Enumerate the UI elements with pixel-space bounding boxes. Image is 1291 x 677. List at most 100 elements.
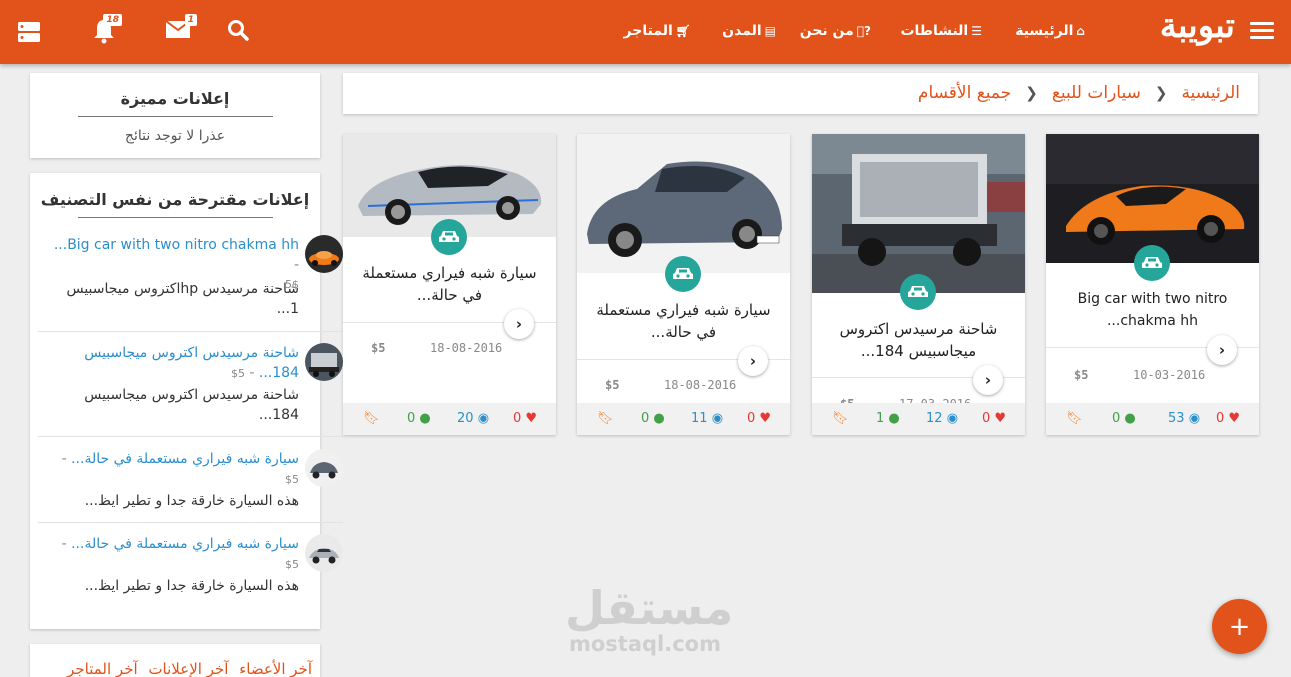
bookmark-icon[interactable]: 🔖︎ — [597, 411, 614, 426]
likes-stat[interactable]: 0 ♥ — [1216, 411, 1240, 426]
suggested-price: 5$ — [230, 367, 245, 380]
nav-activities[interactable]: ☰النشاطات — [900, 23, 982, 39]
bookmark-icon[interactable]: 🔖︎ — [832, 411, 849, 426]
ad-card[interactable]: شاحنة مرسيدس اكتروس ميجاسبيس 184... › 17… — [812, 134, 1025, 435]
ad-card[interactable]: سيارة شبه فيراري مستعملة في حالة... › 18… — [577, 134, 790, 435]
nav-home[interactable]: ⌂الرئيسية — [1015, 23, 1085, 39]
heart-icon: ♥ — [759, 411, 772, 426]
suggested-item[interactable]: سيارة شبه فيراري مستعملة في حالة... - 5$… — [38, 534, 343, 610]
nav-stores[interactable]: 🛒︎المتاجر — [624, 23, 691, 39]
heart-icon: ♥ — [994, 411, 1007, 426]
cart-icon: 🛒︎ — [675, 24, 691, 38]
eye-icon: ◉ — [1188, 411, 1201, 426]
car-category-icon — [1134, 245, 1170, 281]
ad-stats: 0 ♥ 11 ◉ 0 ● 🔖︎ — [577, 403, 790, 435]
views-stat: 11 ◉ — [691, 411, 724, 426]
home-icon: ⌂ — [1076, 24, 1085, 38]
comments-stat[interactable]: 0 ● — [641, 411, 665, 426]
suggested-price: 5$ — [285, 473, 299, 486]
ad-date: 10-03-2016 — [1133, 368, 1206, 382]
suggested-desc: شاحنة مرسيدس hpاكتروس ميجاسبيس 1... — [66, 281, 299, 317]
map-icon: ▤ — [764, 24, 776, 38]
nav-cities[interactable]: ▤المدن — [722, 23, 776, 39]
eye-icon: ◉ — [477, 411, 490, 426]
watermark: مستقل mostaql.com — [565, 583, 733, 655]
suggested-title[interactable]: سيارة شبه فيراري مستعملة في حالة... — [71, 536, 299, 552]
car-category-icon — [665, 256, 701, 292]
ad-image[interactable] — [812, 134, 1025, 293]
tab-latest-ads[interactable]: آخر الإعلانات — [148, 660, 228, 677]
ad-stats: 0 ♥ 53 ◉ 0 ● 🔖︎ — [1046, 403, 1259, 435]
divider — [77, 116, 273, 117]
likes-stat[interactable]: 0 ♥ — [747, 411, 771, 426]
divider — [38, 331, 343, 332]
bookmark-icon[interactable]: 🔖︎ — [363, 411, 380, 426]
ad-title[interactable]: سيارة شبه فيراري مستعملة في حالة... — [587, 299, 780, 343]
site-logo[interactable]: تبويبة — [1160, 6, 1236, 46]
ad-title[interactable]: شاحنة مرسيدس اكتروس ميجاسبيس 184... — [822, 318, 1015, 362]
suggested-thumb — [305, 449, 343, 487]
car-category-icon — [431, 219, 467, 255]
search-icon[interactable] — [226, 18, 250, 46]
suggested-item[interactable]: سيارة شبه فيراري مستعملة في حالة... - 5$… — [38, 449, 343, 525]
views-stat: 53 ◉ — [1168, 411, 1201, 426]
messages-icon[interactable]: 1 — [165, 14, 197, 44]
comments-stat[interactable]: 0 ● — [407, 411, 431, 426]
suggested-price: 5$ — [285, 558, 299, 571]
nav-about[interactable]: ?⃝من نحن — [800, 23, 871, 39]
suggested-desc: هذه السيارة خارقة جدا و تطير ايظ... — [84, 578, 299, 594]
chevron-right-icon[interactable]: › — [973, 365, 1003, 395]
suggested-item[interactable]: Big car with two nitro chakma hh... - 5$… — [38, 235, 343, 325]
chevron-right-icon[interactable]: › — [738, 346, 768, 376]
ad-stats: 0 ♥ 20 ◉ 0 ● 🔖︎ — [343, 403, 556, 435]
likes-stat[interactable]: 0 ♥ — [513, 411, 537, 426]
ad-card[interactable]: سيارة شبه فيراري مستعملة في حالة... › 18… — [343, 134, 556, 435]
comments-stat[interactable]: 0 ● — [1112, 411, 1136, 426]
messages-badge: 1 — [184, 14, 197, 26]
ad-image[interactable] — [1046, 134, 1259, 263]
question-circle-icon: ?⃝ — [856, 24, 871, 38]
add-ad-button[interactable]: + — [1212, 599, 1267, 654]
tab-latest-stores[interactable]: آخر المتاجر — [67, 660, 138, 677]
ad-date: 18-08-2016 — [430, 341, 503, 355]
comment-icon: ● — [888, 411, 900, 426]
ad-card[interactable]: Big car with two nitro chakma hh... › 10… — [1046, 134, 1259, 435]
top-navbar: تبويبة ⌂الرئيسية ☰النشاطات ?⃝من نحن ▤الم… — [0, 0, 1291, 64]
comment-icon: ● — [419, 411, 431, 426]
ad-price: $5 — [1074, 368, 1089, 382]
breadcrumb-all-categories[interactable]: جميع الأقسام — [918, 83, 1011, 103]
divider — [77, 217, 273, 218]
ad-price: $5 — [605, 378, 620, 392]
comments-stat[interactable]: 1 ● — [876, 411, 900, 426]
views-stat: 12 ◉ — [926, 411, 959, 426]
ad-date: 18-08-2016 — [664, 378, 737, 392]
suggested-item[interactable]: شاحنة مرسيدس اكتروس ميجاسبيس 184... - 5$… — [38, 343, 343, 433]
suggested-title[interactable]: شاحنة مرسيدس اكتروس ميجاسبيس 184... — [84, 345, 299, 381]
ad-title[interactable]: Big car with two nitro chakma hh... — [1056, 288, 1249, 332]
suggested-title[interactable]: سيارة شبه فيراري مستعملة في حالة... — [71, 451, 299, 467]
breadcrumb-home[interactable]: الرئيسية — [1181, 83, 1240, 103]
heart-icon: ♥ — [525, 411, 538, 426]
dashboard-icon[interactable] — [17, 20, 41, 48]
suggested-thumb — [305, 235, 343, 273]
ad-image[interactable] — [577, 134, 790, 273]
notifications-icon[interactable]: 18 — [92, 14, 122, 48]
menu-icon[interactable] — [1250, 22, 1274, 40]
ad-title[interactable]: سيارة شبه فيراري مستعملة في حالة... — [353, 262, 546, 306]
tab-latest-members[interactable]: آخر الأعضاء — [239, 660, 312, 677]
suggested-title[interactable]: Big car with two nitro chakma hh... — [54, 237, 299, 253]
suggested-thumb — [305, 343, 343, 381]
divider — [38, 436, 343, 437]
bookmark-icon[interactable]: 🔖︎ — [1066, 411, 1083, 426]
latest-tabs: آخر الأعضاء آخر الإعلانات آخر المتاجر — [30, 644, 320, 677]
chevron-right-icon[interactable]: › — [1207, 335, 1237, 365]
heart-icon: ♥ — [1228, 411, 1241, 426]
ad-price: $5 — [371, 341, 386, 355]
suggested-desc: هذه السيارة خارقة جدا و تطير ايظ... — [84, 493, 299, 509]
chevron-right-icon[interactable]: › — [504, 309, 534, 339]
likes-stat[interactable]: 0 ♥ — [982, 411, 1006, 426]
divider — [38, 522, 343, 523]
breadcrumb-cars-for-sale[interactable]: سيارات للبيع — [1052, 83, 1141, 103]
car-category-icon — [900, 274, 936, 310]
suggested-ads-title: إعلانات مقترحة من نفس التصنيف — [40, 190, 310, 209]
